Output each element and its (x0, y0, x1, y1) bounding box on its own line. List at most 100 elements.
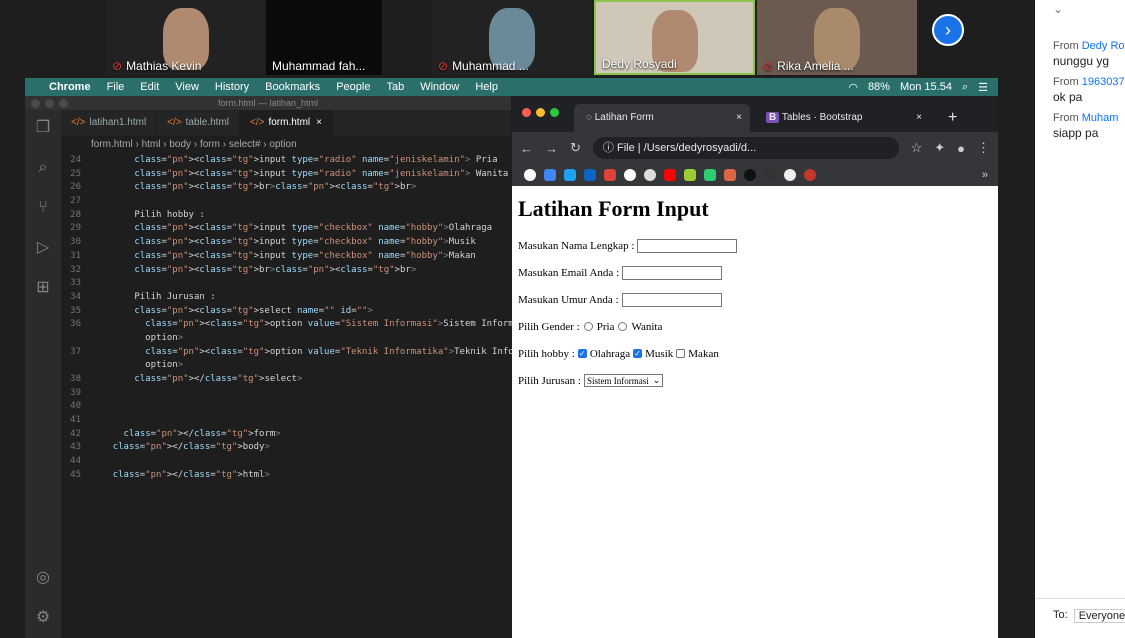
bookmark-youtube-icon[interactable] (664, 169, 676, 181)
back-icon[interactable]: ← (520, 141, 533, 156)
bookmark-red2-icon[interactable] (804, 169, 816, 181)
bookmark-github2-icon[interactable] (764, 169, 776, 181)
code-line[interactable]: 25 class="pn"><class="tg">input type="ra… (61, 168, 508, 182)
extensions-icon[interactable]: ⊞ (33, 278, 53, 298)
bookmark-globe-icon[interactable] (784, 169, 796, 181)
address-bar[interactable]: ⓘ File | /Users/dedyrosyadi/d... (592, 137, 899, 159)
new-tab-button[interactable]: + (936, 104, 957, 132)
menu-file[interactable]: File (107, 81, 125, 93)
code-line[interactable]: 30 class="pn"><class="tg">input type="ch… (61, 236, 491, 250)
code-line[interactable]: option> (61, 359, 491, 373)
chat-sender[interactable]: 1963037 (1082, 76, 1125, 88)
code-line[interactable]: 33 (61, 277, 491, 291)
code-line[interactable]: 27 (61, 195, 491, 209)
menu-bookmarks[interactable]: Bookmarks (265, 81, 320, 93)
name-input[interactable] (637, 238, 738, 253)
email-input[interactable] (622, 265, 723, 280)
search-icon[interactable]: ⌕ (962, 81, 968, 94)
clock[interactable]: Mon 15.54 (900, 81, 952, 93)
menu-kebab-icon[interactable]: ⋮ (977, 140, 990, 156)
menu-help[interactable]: Help (475, 81, 498, 93)
code-line[interactable]: 24 class="pn"><class="tg">input type="ra… (61, 154, 497, 168)
profile-avatar[interactable]: ● (957, 141, 965, 156)
code-line[interactable]: 26 class="pn"><class="tg">br>class="pn">… (61, 181, 491, 195)
recipient-select[interactable]: Everyone (1073, 609, 1125, 623)
code-line[interactable]: 44 (61, 455, 491, 469)
tab-table[interactable]: </> table.html (157, 110, 240, 136)
menu-tab[interactable]: Tab (386, 81, 404, 93)
code-line[interactable]: 40 (61, 400, 491, 414)
bookmark-twitter-icon[interactable] (564, 169, 576, 181)
chat-sender[interactable]: Muham (1082, 112, 1119, 124)
close-tab-icon[interactable]: × (916, 104, 922, 132)
wifi-icon[interactable]: ◠ (848, 81, 858, 94)
browser-tab-latihan-form[interactable]: ◌ Latihan Form × (574, 104, 750, 132)
participant-tile-1[interactable]: ⊘ Mathias Kevin (106, 0, 265, 75)
bookmark-yellow-icon[interactable] (684, 169, 696, 181)
participant-tile-2[interactable]: Muhammad fah... (266, 0, 382, 75)
code-line[interactable]: 29 class="pn"><class="tg">input type="ch… (61, 222, 492, 236)
hobby-checkbox-olahraga[interactable]: ✓ (577, 349, 587, 358)
zoom-window-button[interactable] (550, 108, 559, 117)
search-icon[interactable]: ⌕ (33, 158, 53, 178)
extensions-icon[interactable]: ✦ (934, 140, 945, 156)
code-line[interactable]: 34 Pilih Jurusan : (61, 291, 491, 305)
code-line[interactable]: 32 class="pn"><class="tg">br>class="pn">… (61, 264, 491, 278)
code-line[interactable]: 42 class="pn"></class="tg">form> (61, 428, 491, 442)
code-editor[interactable]: 24 class="pn"><class="tg">input type="ra… (61, 154, 562, 638)
settings-gear-icon[interactable]: ⚙ (33, 608, 53, 628)
explorer-icon[interactable]: ❐ (33, 118, 53, 138)
code-line[interactable]: 28 Pilih hobby : (61, 209, 491, 223)
reload-icon[interactable]: ↻ (570, 140, 581, 156)
bookmark-gplus-icon[interactable] (604, 169, 616, 181)
source-control-icon[interactable]: ⑂ (33, 198, 53, 218)
menu-window[interactable]: Window (420, 81, 459, 93)
code-line[interactable]: 39 (61, 387, 491, 401)
menu-edit[interactable]: Edit (140, 81, 159, 93)
gender-radio-wanita[interactable] (618, 322, 628, 331)
forward-icon[interactable]: → (545, 141, 558, 156)
tab-form[interactable]: </> form.html × (240, 110, 333, 136)
battery-percent[interactable]: 88% (868, 81, 890, 93)
code-line[interactable]: 41 (61, 414, 491, 428)
participant-tile-3[interactable]: ⊘ Muhammad ... (432, 0, 592, 75)
code-line[interactable]: 38 class="pn"></class="tg">select> (61, 373, 491, 387)
code-line[interactable]: 43 class="pn"></class="tg">body> (61, 441, 491, 455)
bookmark-red-icon[interactable] (724, 169, 736, 181)
age-input[interactable] (621, 292, 722, 307)
menu-people[interactable]: People (336, 81, 370, 93)
menu-view[interactable]: View (175, 81, 199, 93)
code-line[interactable]: 31 class="pn"><class="tg">input type="ch… (61, 250, 491, 264)
minimize-window-button[interactable] (45, 99, 54, 108)
browser-tab-tables-bootstrap[interactable]: B Tables · Bootstrap × (754, 104, 930, 132)
major-select[interactable]: Sistem Informasi ⌄ (583, 374, 664, 387)
bookmark-google-icon[interactable] (524, 169, 536, 181)
bookmark-google2-icon[interactable] (624, 169, 636, 181)
code-line[interactable]: 45 class="pn"></class="tg">html> (61, 469, 491, 483)
chevron-down-icon[interactable]: ⌄ (1035, 0, 1125, 16)
bookmark-translate-icon[interactable] (544, 169, 556, 181)
code-line[interactable]: 36 class="pn"><class="tg">option value="… (61, 318, 541, 332)
close-window-button[interactable] (31, 99, 40, 108)
bookmark-codepen-icon[interactable] (704, 169, 716, 181)
tab-latihan1[interactable]: </> latihan1.html (61, 110, 158, 136)
gender-radio-pria[interactable] (583, 322, 593, 331)
bookmark-star-icon[interactable]: ☆ (911, 140, 923, 156)
zoom-window-button[interactable] (59, 99, 68, 108)
participant-tile-5[interactable]: ⊘ Rika Amelia ... (757, 0, 917, 75)
close-tab-icon[interactable]: × (316, 117, 322, 128)
account-icon[interactable]: ◎ (33, 568, 53, 588)
menu-history[interactable]: History (215, 81, 249, 93)
control-center-icon[interactable]: ☰ (978, 81, 988, 94)
minimize-window-button[interactable] (536, 108, 545, 117)
menu-chrome[interactable]: Chrome (49, 81, 91, 93)
code-line[interactable]: 37 class="pn"><class="tg">option value="… (61, 346, 562, 360)
bookmark-github-icon[interactable] (644, 169, 656, 181)
hobby-checkbox-makan[interactable] (676, 349, 686, 358)
code-line[interactable]: option> (61, 332, 491, 346)
chat-sender[interactable]: Dedy Ro (1082, 40, 1125, 52)
bookmark-linkedin-icon[interactable] (584, 169, 596, 181)
close-tab-icon[interactable]: × (736, 104, 742, 132)
hobby-checkbox-musik[interactable]: ✓ (633, 349, 643, 358)
bookmark-dark-icon[interactable] (744, 169, 756, 181)
